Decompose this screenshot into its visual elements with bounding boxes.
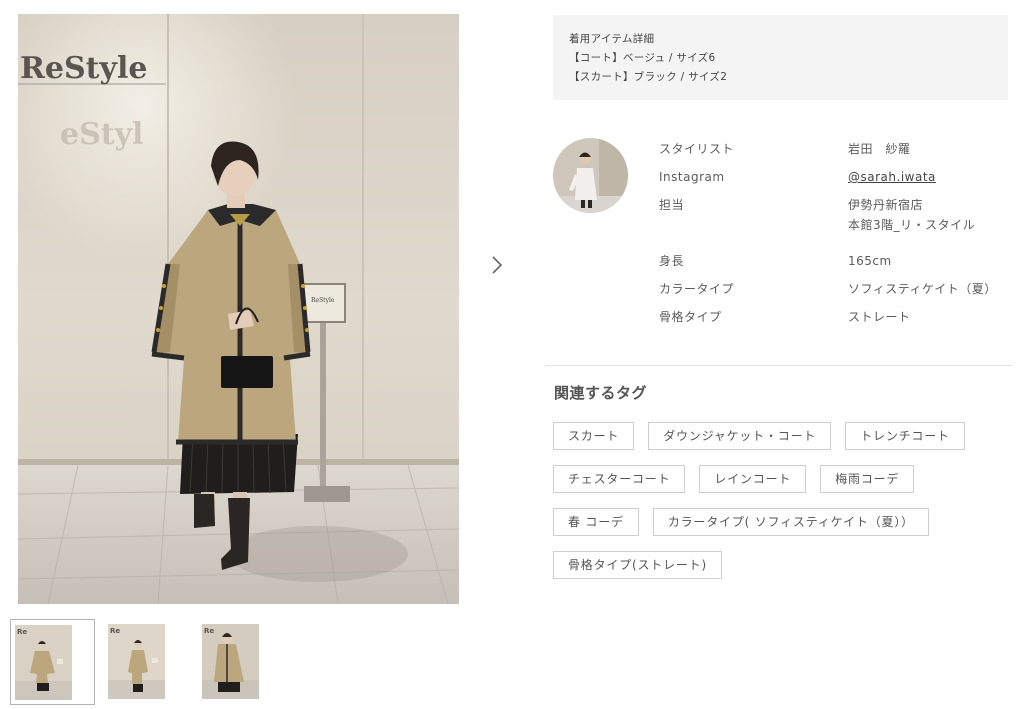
tag-button[interactable]: スカート xyxy=(553,422,635,450)
thumbnail-image: Re xyxy=(15,625,72,700)
tag-button[interactable]: ダウンジャケット・コート xyxy=(648,422,832,450)
stylist-avatar xyxy=(553,138,628,213)
instagram-label: Instagram xyxy=(659,170,725,184)
stylist-name: 岩田 紗羅 xyxy=(848,142,911,156)
thumbnail-image: Re xyxy=(202,624,259,699)
height-value: 165cm xyxy=(848,254,892,268)
chevron-right-icon xyxy=(492,256,503,274)
color-type-value: ソフィスティケイト（夏） xyxy=(848,282,997,296)
worn-item: 【スカート】ブラック / サイズ2 xyxy=(569,71,728,83)
store-label: 担当 xyxy=(659,198,685,212)
sign-logo: ReStyle xyxy=(311,297,335,304)
thumbnail-2[interactable]: Re xyxy=(104,619,189,705)
svg-text:Re: Re xyxy=(17,628,27,636)
worn-items-heading: 着用アイテム詳細 xyxy=(569,33,655,45)
tag-button[interactable]: 梅雨コーデ xyxy=(820,465,915,493)
height-label: 身長 xyxy=(659,254,685,268)
tag-button[interactable]: チェスターコート xyxy=(553,465,686,493)
color-type-label: カラータイプ xyxy=(659,282,735,296)
worn-items-box: 着用アイテム詳細 【コート】ベージュ / サイズ6 【スカート】ブラック / サ… xyxy=(553,15,1008,100)
stylist-info: スタイリスト 岩田 紗羅 Instagram @sarah.iwata 担当 伊… xyxy=(659,139,1011,335)
next-image-arrow[interactable] xyxy=(484,250,510,280)
section-divider xyxy=(545,365,1012,366)
thumbnail-3[interactable]: Re xyxy=(198,619,283,705)
stylist-label: スタイリスト xyxy=(659,142,735,156)
related-tags: スカート ダウンジャケット・コート トレンチコート チェスターコート レインコー… xyxy=(553,422,993,594)
related-tags-title: 関連するタグ xyxy=(554,384,648,402)
svg-text:Re: Re xyxy=(204,627,214,635)
thumbnail-strip: Re Re Re xyxy=(10,619,292,705)
store-logo: ReStyle xyxy=(20,51,147,86)
body-type-value: ストレート xyxy=(848,310,911,324)
tag-button[interactable]: レインコート xyxy=(699,465,807,493)
store-value: 伊勢丹新宿店 xyxy=(848,198,924,212)
thumbnail-image: Re xyxy=(108,624,165,699)
tag-button[interactable]: トレンチコート xyxy=(845,422,965,450)
tag-button[interactable]: 骨格タイプ(ストレート) xyxy=(553,551,722,579)
svg-text:eStyl: eStyl xyxy=(60,117,143,152)
worn-item: 【コート】ベージュ / サイズ6 xyxy=(569,52,716,64)
body-type-label: 骨格タイプ xyxy=(659,310,722,324)
tag-button[interactable]: 春 コーデ xyxy=(553,508,639,536)
svg-text:Re: Re xyxy=(110,627,120,635)
main-outfit-photo: ReStyle eStyl ReStyle xyxy=(18,14,459,604)
thumbnail-1[interactable]: Re xyxy=(10,619,95,705)
tag-button[interactable]: カラータイプ( ソフィスティケイト（夏）） xyxy=(652,508,929,536)
instagram-link[interactable]: @sarah.iwata xyxy=(848,167,936,187)
store-floor-value: 本館3階_リ・スタイル xyxy=(848,218,976,232)
